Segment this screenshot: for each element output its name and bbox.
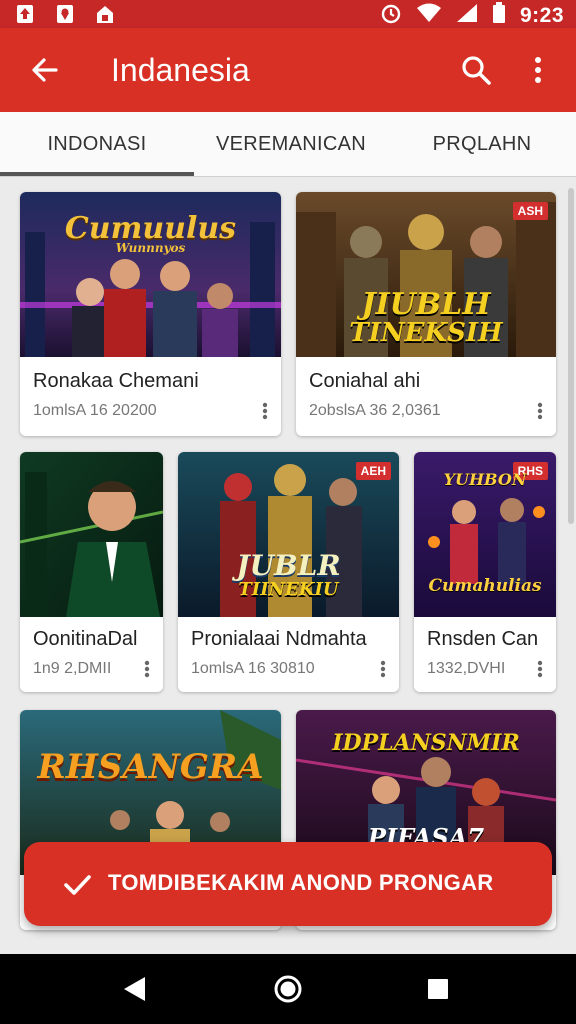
- tab-veremanican[interactable]: VEREMANICAN: [194, 112, 388, 176]
- card-meta: 2obslsA 36 2,0361: [309, 402, 441, 419]
- back-button[interactable]: [24, 50, 64, 90]
- system-nav-bar: [0, 954, 576, 1024]
- tab-indicator: [0, 172, 194, 176]
- card-title: Rnsden Can: [427, 628, 539, 650]
- wifi-icon: [416, 3, 442, 28]
- card-more-button[interactable]: [375, 657, 391, 681]
- search-icon: [462, 56, 491, 85]
- card-title: Pronialaai Ndmahta: [191, 628, 367, 650]
- clock: 9:23: [519, 3, 564, 27]
- status-bar: 9:23: [0, 0, 576, 28]
- card-thumbnail: [20, 452, 163, 617]
- card-art-title: YUHBON: [443, 470, 527, 489]
- card-meta: 1n9 2,DMII: [33, 660, 112, 677]
- card-thumbnail: Cumuulus Wunnnyos: [20, 192, 281, 357]
- card-more-button[interactable]: [532, 657, 548, 681]
- alarm-icon: [380, 2, 402, 29]
- content-card[interactable]: AEH JUBLR TIINEKIU Pronialaai Ndmahta 1o…: [178, 452, 399, 692]
- scrollbar[interactable]: [568, 188, 574, 524]
- snackbar[interactable]: TOMDIBEKAKIM ANOND PRONGAR: [24, 842, 552, 926]
- card-title: OonitinaDal: [33, 628, 138, 650]
- card-thumbnail: RHS YUHBON Cumahulias: [414, 452, 556, 617]
- cell-signal-icon: [456, 3, 478, 28]
- battery-icon: [492, 2, 506, 29]
- card-more-button[interactable]: [139, 657, 155, 681]
- card-title: Ronakaa Chemani: [33, 370, 199, 392]
- more-vert-icon: [535, 57, 541, 83]
- card-art-subtitle: Wunnnyos: [115, 241, 186, 255]
- overflow-menu-button[interactable]: [520, 50, 556, 90]
- tab-indonasi[interactable]: INDONASI: [0, 112, 194, 176]
- nav-home-button[interactable]: [270, 971, 306, 1007]
- more-vert-icon: [537, 660, 543, 678]
- card-art-subtitle: TINEKSIH: [349, 318, 503, 348]
- nav-back-button[interactable]: [116, 971, 152, 1007]
- app-bar: Indanesia: [0, 28, 576, 112]
- arrow-back-icon: [32, 58, 58, 82]
- more-vert-icon: [144, 660, 150, 678]
- card-art-title: RHSANGRA: [37, 747, 264, 787]
- content-card[interactable]: Cumuulus Wunnnyos Ronakaa Chemani 1omlsA…: [20, 192, 281, 436]
- content-card[interactable]: OonitinaDal 1n9 2,DMII: [20, 452, 163, 692]
- card-badge: ASH: [512, 202, 548, 220]
- home-notification-icon: [94, 3, 116, 25]
- card-meta: 1omlsA 16 30810: [191, 660, 315, 677]
- upload-notification-icon: [14, 3, 36, 25]
- card-more-button[interactable]: [257, 399, 273, 423]
- circle-home-icon: [274, 975, 302, 1003]
- card-art-title: Cumuulus: [64, 211, 237, 246]
- card-meta: 1332,DVHI: [427, 660, 506, 677]
- search-button[interactable]: [456, 50, 496, 90]
- more-vert-icon: [262, 402, 268, 420]
- tab-prqlahn[interactable]: PRQLAHN: [388, 112, 576, 176]
- card-thumbnail: AEH JUBLR TIINEKIU: [178, 452, 399, 617]
- triangle-back-icon: [124, 977, 145, 1001]
- location-notification-icon: [54, 3, 76, 25]
- tab-bar: INDONASI VEREMANICAN PRQLAHN: [0, 112, 576, 177]
- content-card[interactable]: ASH JIUBLH TINEKSIH Coniahal ahi 2obslsA…: [296, 192, 556, 436]
- card-meta: 1omlsA 16 20200: [33, 402, 157, 419]
- card-art-title: IDPLANSNMIR: [332, 730, 520, 756]
- card-more-button[interactable]: [532, 399, 548, 423]
- square-recents-icon: [428, 979, 448, 999]
- card-thumbnail: ASH JIUBLH TINEKSIH: [296, 192, 556, 357]
- card-art-subtitle: Cumahulias: [428, 576, 542, 596]
- card-badge: AEH: [355, 462, 391, 480]
- snackbar-message: TOMDIBEKAKIM ANOND PRONGAR: [108, 870, 494, 895]
- check-icon: [64, 875, 91, 895]
- card-art-subtitle: TIINEKIU: [238, 579, 339, 600]
- page-title: Indanesia: [111, 52, 250, 88]
- more-vert-icon: [537, 402, 543, 420]
- card-title: Coniahal ahi: [309, 370, 421, 392]
- content-card[interactable]: RHS YUHBON Cumahulias Rnsden Can 1332,DV…: [414, 452, 556, 692]
- card-art-title: JUBLR: [236, 549, 341, 582]
- card-art-title: JIUBLH: [361, 287, 491, 322]
- nav-recents-button[interactable]: [420, 971, 456, 1007]
- more-vert-icon: [380, 660, 386, 678]
